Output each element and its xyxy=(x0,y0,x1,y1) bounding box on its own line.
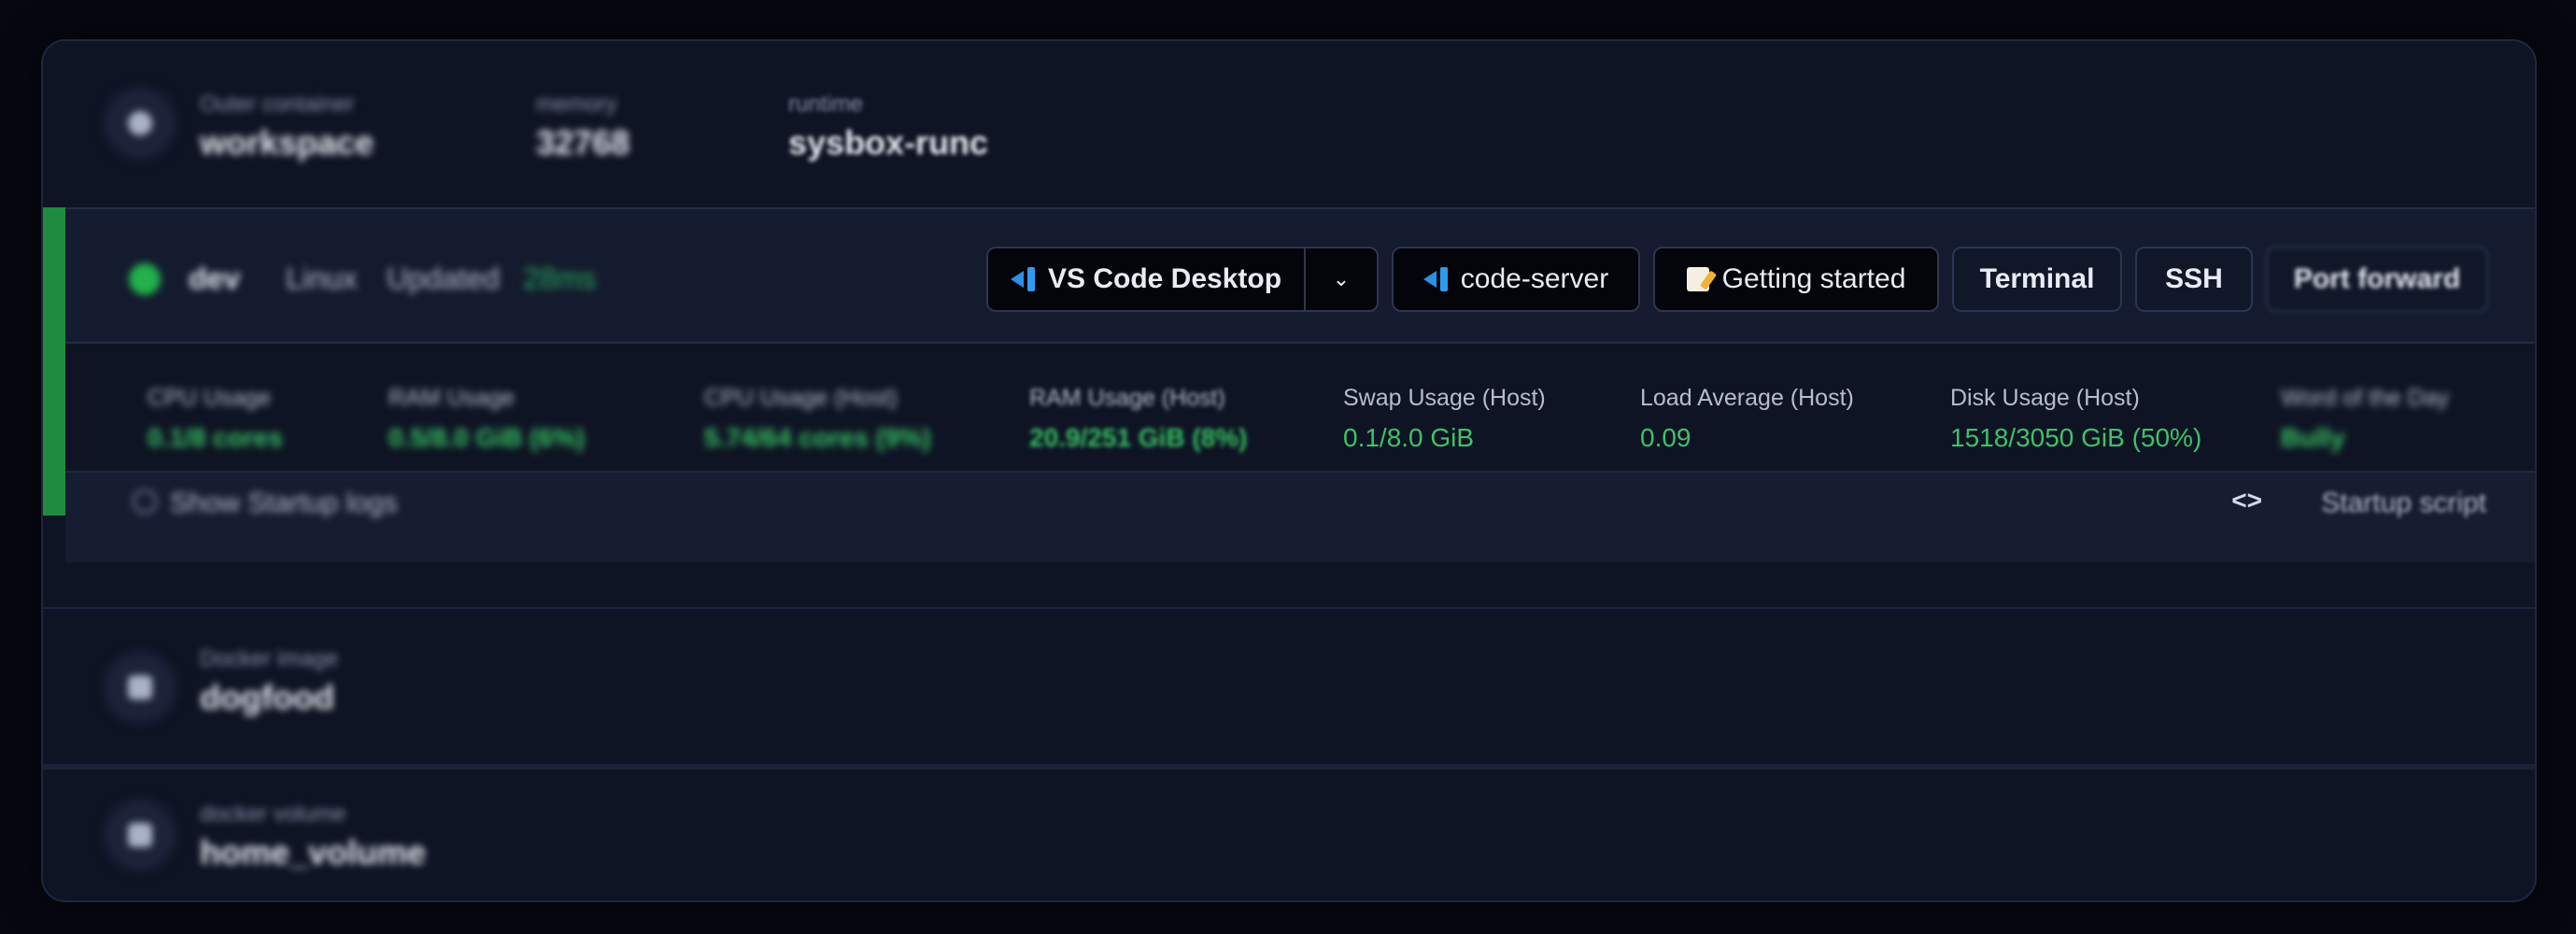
metric-disk-usage-host: Disk Usage (Host) 1518/3050 GiB (50%) xyxy=(1950,385,2201,453)
vscode-desktop-split-button[interactable]: VS Code Desktop ⌄ xyxy=(986,247,1379,312)
code-server-label: code-server xyxy=(1460,263,1609,294)
metric-value: 0.5/8.0 GiB (6%) xyxy=(389,423,586,452)
metric-label: Disk Usage (Host) xyxy=(1950,385,2140,411)
vscode-desktop-button[interactable]: VS Code Desktop xyxy=(988,248,1306,310)
status-dot-icon xyxy=(129,263,161,295)
resource-label: Docker image xyxy=(200,646,339,672)
agent-logs-bar: Show Startup logs <> Startup script xyxy=(65,471,2535,562)
port-forward-label: Port forward xyxy=(2293,263,2461,294)
memo-icon xyxy=(1686,267,1709,291)
startup-script-button[interactable]: Startup script xyxy=(2321,488,2486,519)
docker-image-info: Docker image dogfood xyxy=(200,646,338,717)
show-startup-logs-toggle[interactable]: Show Startup logs xyxy=(170,488,397,519)
metric-value: 0.1/8.0 GiB xyxy=(1343,423,1475,452)
metric-label: CPU Usage xyxy=(148,385,271,411)
ssh-label: SSH xyxy=(2165,263,2223,294)
vscode-icon xyxy=(1010,267,1035,291)
port-forward-button[interactable]: Port forward xyxy=(2266,247,2488,312)
resource-row-docker-image: Docker image dogfood xyxy=(43,607,2535,764)
metric-ram-usage: RAM Usage 0.5/8.0 GiB (6%) xyxy=(389,385,585,453)
metric-cpu-usage: CPU Usage 0.1/8 cores xyxy=(148,385,283,453)
metric-load-average-host: Load Average (Host) 0.09 xyxy=(1640,385,1854,453)
metric-swap-usage-host: Swap Usage (Host) 0.1/8.0 GiB xyxy=(1343,385,1546,453)
metric-label: RAM Usage xyxy=(389,385,515,411)
memory-label: memory xyxy=(536,92,617,117)
agent-name: dev xyxy=(189,262,241,295)
agent-os: Linux xyxy=(286,262,358,295)
metric-label: Word of the Day xyxy=(2281,385,2450,411)
resource-label: docker volume xyxy=(200,801,347,827)
container-info: Outer container workspace xyxy=(200,92,374,163)
metric-label: Swap Usage (Host) xyxy=(1343,385,1546,411)
getting-started-label: Getting started xyxy=(1721,263,1906,294)
metric-word-of-the-day: Word of the Day Bully xyxy=(2281,385,2449,453)
runtime-info: runtime sysbox-runc xyxy=(788,92,988,163)
resource-value: dogfood xyxy=(200,678,334,716)
metric-value: 1518/3050 GiB (50%) xyxy=(1950,423,2202,452)
memory-value: 32768 xyxy=(536,123,630,162)
metric-value: 5.74/64 cores (9%) xyxy=(704,423,931,452)
docker-volume-info: docker volume home_volume xyxy=(200,801,426,872)
runtime-value: sysbox-runc xyxy=(788,123,989,162)
code-brackets-icon: <> xyxy=(2231,486,2262,515)
container-label: Outer container xyxy=(200,92,355,117)
getting-started-button[interactable]: Getting started xyxy=(1653,247,1939,312)
metric-label: RAM Usage (Host) xyxy=(1029,385,1225,411)
terminal-label: Terminal xyxy=(1979,263,2095,294)
container-row: Outer container workspace memory 32768 r… xyxy=(43,41,2535,207)
ssh-button[interactable]: SSH xyxy=(2135,247,2253,312)
code-server-button[interactable]: code-server xyxy=(1392,247,1640,312)
volume-icon xyxy=(106,801,174,869)
metric-value: 0.09 xyxy=(1640,423,1691,452)
terminal-button[interactable]: Terminal xyxy=(1952,247,2122,312)
agent-header: dev Linux Updated 28ms VS Code Desktop ⌄… xyxy=(65,207,2535,344)
vscode-icon xyxy=(1422,267,1448,291)
vscode-desktop-label: VS Code Desktop xyxy=(1047,263,1282,294)
container-icon xyxy=(106,90,174,157)
container-value: workspace xyxy=(200,123,375,162)
metric-value: Bully xyxy=(2281,423,2345,452)
agent-status: Updated xyxy=(387,262,500,295)
container-icon xyxy=(106,654,174,721)
metric-value: 0.1/8 cores xyxy=(148,423,283,452)
metric-label: Load Average (Host) xyxy=(1640,385,1854,411)
memory-info: memory 32768 xyxy=(536,92,630,163)
workspace-card: Outer container workspace memory 32768 r… xyxy=(41,39,2537,902)
chevron-down-icon[interactable]: ⌄ xyxy=(1306,248,1377,310)
metric-ram-usage-host: RAM Usage (Host) 20.9/251 GiB (8%) xyxy=(1029,385,1247,453)
agent-section: dev Linux Updated 28ms VS Code Desktop ⌄… xyxy=(43,207,2535,562)
runtime-label: runtime xyxy=(788,92,864,117)
resource-row-docker-volume: docker volume home_volume xyxy=(43,764,2535,900)
metric-cpu-usage-host: CPU Usage (Host) 5.74/64 cores (9%) xyxy=(704,385,931,453)
metric-label: CPU Usage (Host) xyxy=(704,385,898,411)
resource-value: home_volume xyxy=(200,833,427,871)
agent-status-accent xyxy=(43,207,65,516)
metric-value: 20.9/251 GiB (8%) xyxy=(1029,423,1248,452)
agent-metrics: CPU Usage 0.1/8 cores RAM Usage 0.5/8.0 … xyxy=(65,344,2535,471)
chevron-right-icon xyxy=(133,489,157,514)
agent-latency: 28ms xyxy=(523,262,597,295)
